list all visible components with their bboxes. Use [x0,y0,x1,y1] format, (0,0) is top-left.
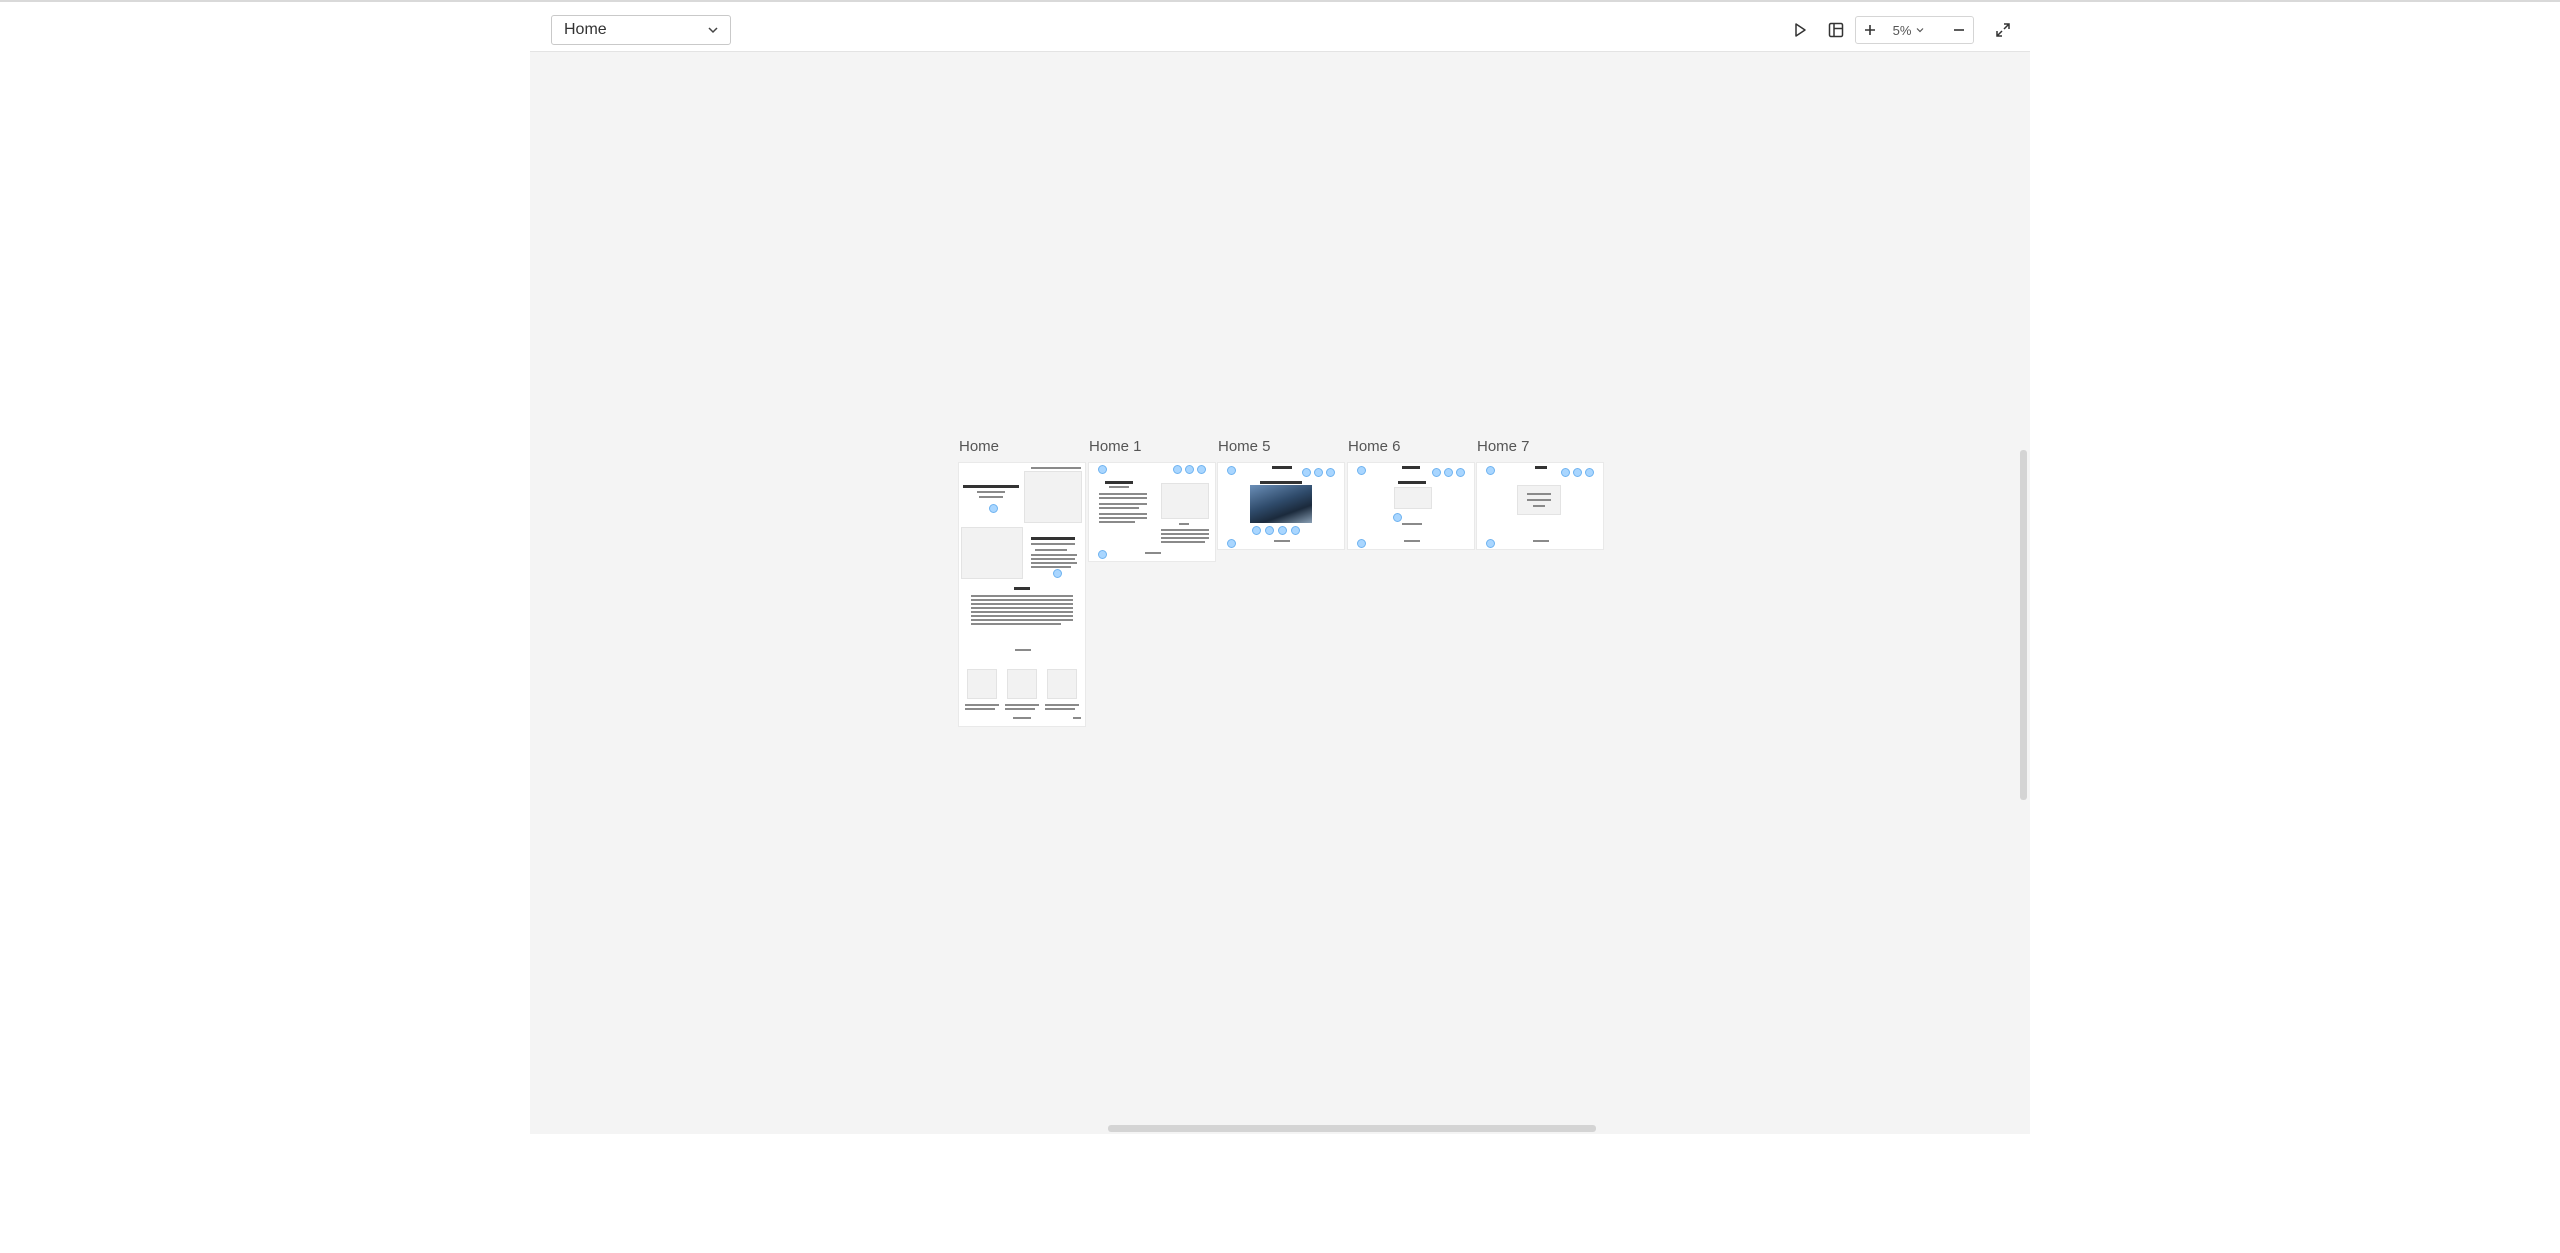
hotspot-marker[interactable] [1357,466,1366,475]
hotspot-marker[interactable] [1432,468,1441,477]
hotspot-marker[interactable] [989,504,998,513]
zoom-level-dropdown[interactable]: 5% [1884,23,1933,38]
minus-icon [1954,29,1964,31]
expand-icon [1996,23,2010,37]
page-label-home-5: Home 5 [1218,438,1271,455]
page-select[interactable]: Home [551,15,731,45]
hotspot-marker[interactable] [1098,465,1107,474]
design-canvas[interactable]: Home Home 1 Home 5 Home 6 Home 7 [530,52,2030,1134]
hotspot-marker[interactable] [1561,468,1570,477]
hotspot-marker[interactable] [1486,466,1495,475]
hotspot-marker[interactable] [1278,526,1287,535]
hotspot-marker[interactable] [1585,468,1594,477]
hotspot-marker[interactable] [1314,468,1323,477]
hotspot-marker[interactable] [1326,468,1335,477]
hotspot-marker[interactable] [1291,526,1300,535]
hotspot-marker[interactable] [1053,569,1062,578]
preview-button[interactable] [1786,16,1814,44]
hotspot-marker[interactable] [1444,468,1453,477]
zoom-level-value: 5% [1892,22,1912,38]
hotspot-marker[interactable] [1486,539,1495,548]
page-thumbnail-home-1[interactable] [1089,463,1215,561]
page-label-home-7: Home 7 [1477,438,1530,455]
hotspot-marker[interactable] [1173,465,1182,474]
toolbar: Home 5% [530,2,2030,52]
hotspot-marker[interactable] [1227,539,1236,548]
hotspot-marker[interactable] [1302,468,1311,477]
hotspot-marker[interactable] [1185,465,1194,474]
page-thumbnail-home-7[interactable] [1477,463,1603,549]
hotspot-marker[interactable] [1227,466,1236,475]
horizontal-scrollbar[interactable] [1108,1125,1596,1132]
hotspot-marker[interactable] [1098,550,1107,559]
page-thumbnail-home-5[interactable] [1218,463,1344,549]
zoom-control: 5% [1855,16,1974,44]
vertical-scrollbar[interactable] [2020,450,2027,800]
layout-panel-icon [1828,22,1844,38]
hotspot-marker[interactable] [1265,526,1274,535]
hero-car-image [1250,485,1312,523]
plus-icon [1865,25,1875,35]
hotspot-marker[interactable] [1573,468,1582,477]
page-thumbnail-home-6[interactable] [1348,463,1474,549]
fullscreen-button[interactable] [1989,16,2017,44]
zoom-out-button[interactable] [1945,17,1973,43]
page-label-home-6: Home 6 [1348,438,1401,455]
page-label-home-1: Home 1 [1089,438,1142,455]
play-icon [1795,23,1806,37]
page-label-home: Home [959,438,1000,455]
hotspot-marker[interactable] [1357,539,1366,548]
hotspot-marker[interactable] [1252,526,1261,535]
hotspot-marker[interactable] [1456,468,1465,477]
hotspot-marker[interactable] [1197,465,1206,474]
chevron-down-icon [1916,28,1924,33]
zoom-in-button[interactable] [1856,17,1884,43]
hotspot-marker[interactable] [1393,513,1402,522]
page-select-value: Home [564,21,607,38]
page-thumbnail-home[interactable] [959,463,1085,726]
chevron-down-icon [708,27,718,34]
layout-toggle-button[interactable] [1822,16,1850,44]
